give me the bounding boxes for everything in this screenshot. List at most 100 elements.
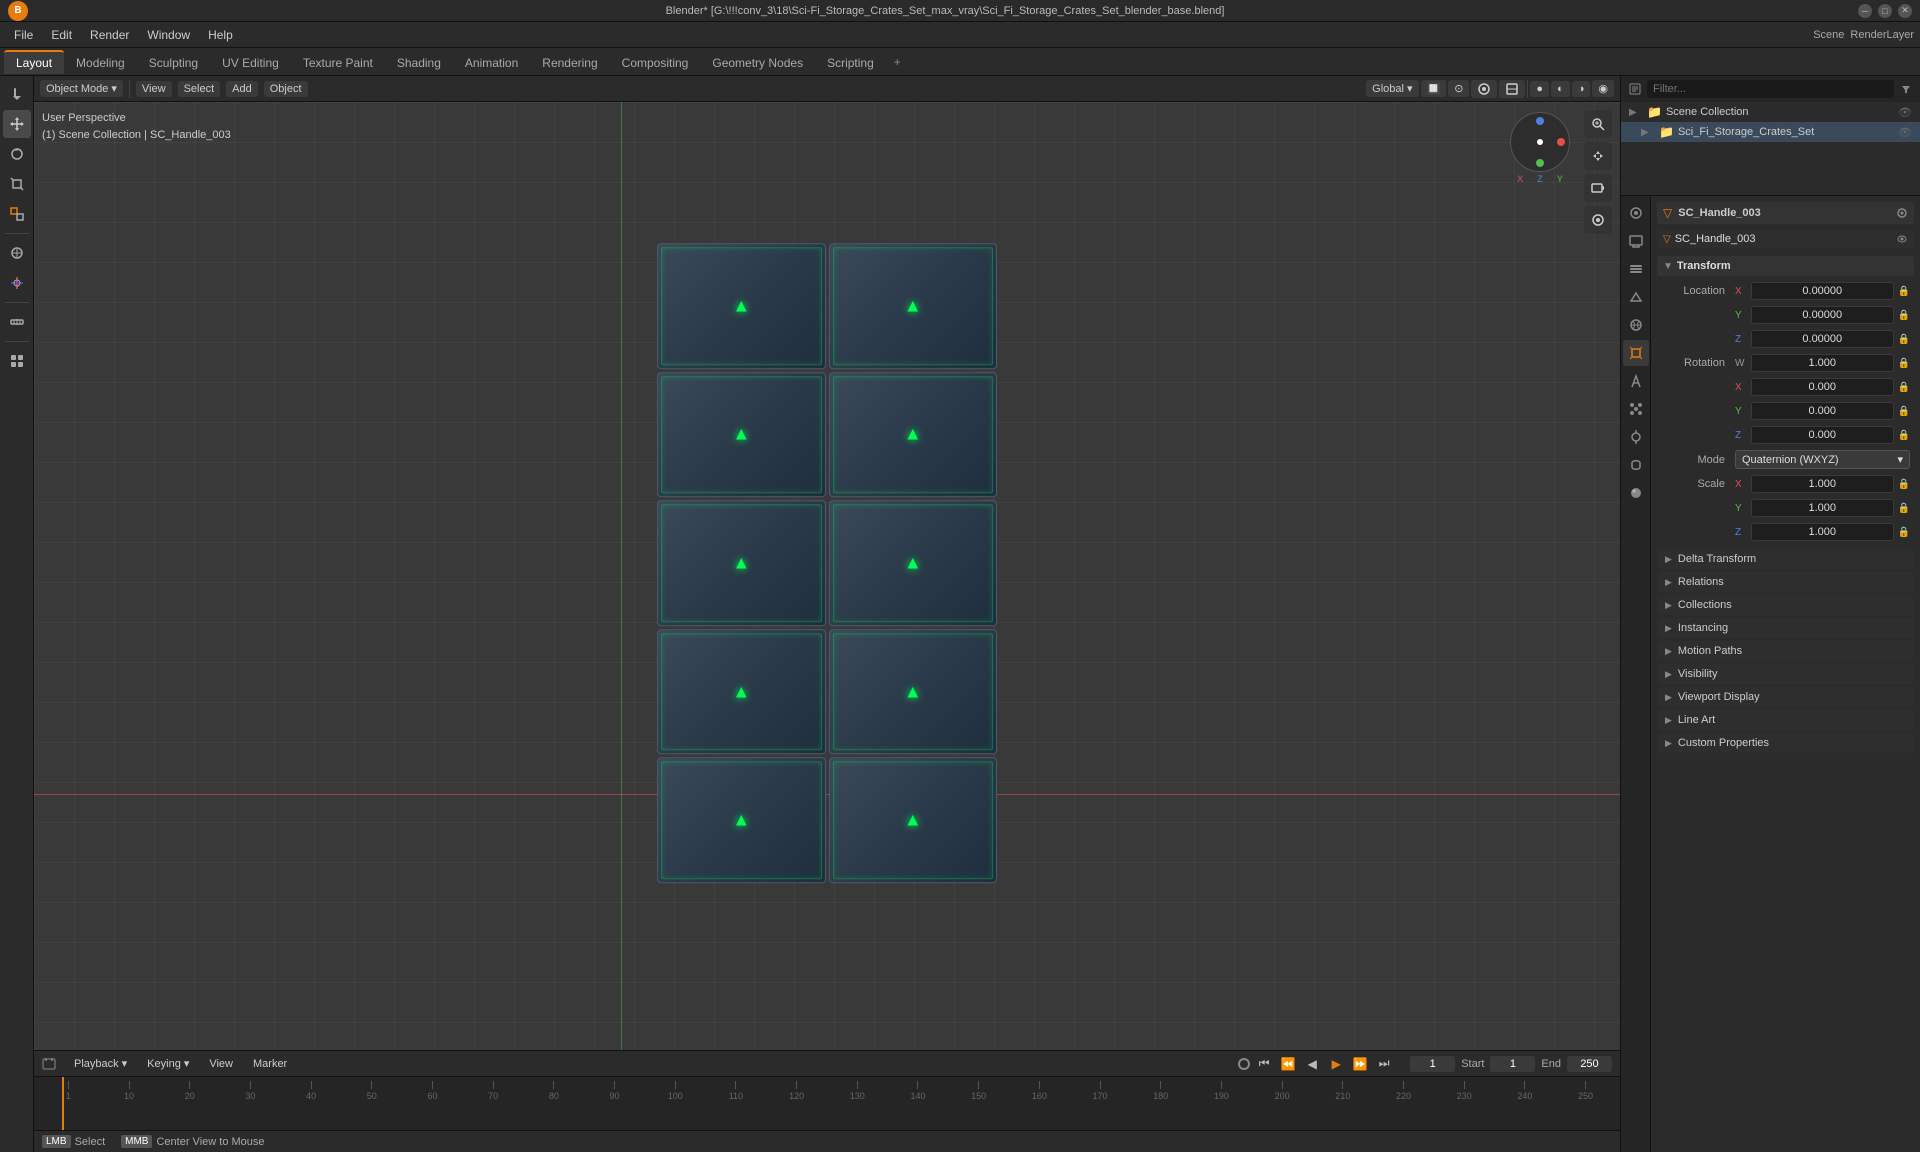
prop-tab-material[interactable] bbox=[1623, 480, 1649, 506]
rotation-y-lock[interactable]: 🔒 bbox=[1898, 406, 1910, 417]
minimize-button[interactable]: ─ bbox=[1858, 4, 1872, 18]
prop-tab-world[interactable] bbox=[1623, 312, 1649, 338]
step-forward-button[interactable]: ⏩ bbox=[1350, 1054, 1370, 1074]
section-header-motion-paths[interactable]: ▶ Motion Paths bbox=[1657, 641, 1914, 661]
visibility-icon-2[interactable]: 👁 bbox=[1898, 126, 1912, 139]
tab-add-button[interactable]: + bbox=[886, 51, 909, 73]
maximize-button[interactable]: □ bbox=[1878, 4, 1892, 18]
scale-y-lock[interactable]: 🔒 bbox=[1898, 503, 1910, 514]
viewport-shading-eevee[interactable]: ◉ bbox=[1592, 80, 1614, 97]
toolbar-extra-tool[interactable] bbox=[3, 347, 31, 375]
prop-tab-modifiers[interactable] bbox=[1623, 368, 1649, 394]
menu-help[interactable]: Help bbox=[200, 26, 241, 44]
prop-tab-output[interactable] bbox=[1623, 228, 1649, 254]
vp-pan-btn[interactable] bbox=[1584, 142, 1612, 170]
viewport-object-menu[interactable]: Object bbox=[264, 81, 308, 97]
tab-geometry-nodes[interactable]: Geometry Nodes bbox=[700, 50, 815, 74]
outliner-search-input[interactable] bbox=[1647, 80, 1894, 98]
rotation-z-lock[interactable]: 🔒 bbox=[1898, 430, 1910, 441]
prop-tab-render[interactable] bbox=[1623, 200, 1649, 226]
nav-gizmo[interactable]: X Z Y bbox=[1510, 112, 1570, 172]
toolbar-scale-tool[interactable] bbox=[3, 170, 31, 198]
section-header-collections[interactable]: ▶ Collections bbox=[1657, 595, 1914, 615]
viewport-overlay-icon[interactable] bbox=[1471, 80, 1497, 98]
play-button[interactable]: ▶ bbox=[1326, 1054, 1346, 1074]
viewport-global-dropdown[interactable]: Global ▾ bbox=[1366, 80, 1418, 97]
timeline-keying-menu[interactable]: Keying ▾ bbox=[141, 1055, 195, 1072]
scale-x-lock[interactable]: 🔒 bbox=[1898, 479, 1910, 490]
viewport-shading-material[interactable]: ◐ bbox=[1551, 81, 1570, 97]
rotation-w-lock[interactable]: 🔒 bbox=[1898, 358, 1910, 369]
tab-layout[interactable]: Layout bbox=[4, 50, 64, 74]
scale-y-field[interactable]: 1.000 bbox=[1751, 499, 1894, 517]
timeline-view-menu[interactable]: View bbox=[203, 1056, 239, 1072]
viewport-mode-dropdown[interactable]: Object Mode ▾ bbox=[40, 80, 123, 97]
step-back-button[interactable]: ⏪ bbox=[1278, 1054, 1298, 1074]
tab-texture-paint[interactable]: Texture Paint bbox=[291, 50, 385, 74]
tab-rendering[interactable]: Rendering bbox=[530, 50, 609, 74]
prop-tab-particles[interactable] bbox=[1623, 396, 1649, 422]
viewport-xray-btn[interactable] bbox=[1499, 80, 1525, 98]
sub-name-eye-icon[interactable] bbox=[1896, 233, 1908, 245]
rotation-z-field[interactable]: 0.000 bbox=[1751, 426, 1894, 444]
prop-tab-object[interactable] bbox=[1623, 340, 1649, 366]
menu-window[interactable]: Window bbox=[139, 26, 198, 44]
scale-x-field[interactable]: 1.000 bbox=[1751, 475, 1894, 493]
end-frame-field[interactable]: 250 bbox=[1567, 1056, 1612, 1072]
tab-animation[interactable]: Animation bbox=[453, 50, 530, 74]
jump-start-button[interactable]: ⏮ bbox=[1254, 1054, 1274, 1074]
rotation-mode-dropdown[interactable]: Quaternion (WXYZ) ▾ bbox=[1735, 450, 1910, 469]
toolbar-move-tool[interactable] bbox=[3, 110, 31, 138]
scale-z-field[interactable]: 1.000 bbox=[1751, 523, 1894, 541]
menu-edit[interactable]: Edit bbox=[43, 26, 80, 44]
prop-tab-physics[interactable] bbox=[1623, 424, 1649, 450]
tab-shading[interactable]: Shading bbox=[385, 50, 453, 74]
location-z-field[interactable]: 0.00000 bbox=[1751, 330, 1894, 348]
viewport-shading-rendered[interactable]: ◑ bbox=[1572, 81, 1591, 97]
rotation-w-field[interactable]: 1.000 bbox=[1751, 354, 1894, 372]
vp-render-btn[interactable] bbox=[1584, 206, 1612, 234]
object-name-settings-icon[interactable] bbox=[1896, 207, 1908, 219]
timeline-marker-menu[interactable]: Marker bbox=[247, 1056, 293, 1072]
menu-file[interactable]: File bbox=[6, 26, 41, 44]
close-button[interactable]: ✕ bbox=[1898, 4, 1912, 18]
tab-compositing[interactable]: Compositing bbox=[610, 50, 701, 74]
toolbar-measure-tool[interactable] bbox=[3, 308, 31, 336]
viewport-view-menu[interactable]: View bbox=[136, 81, 172, 97]
section-header-instancing[interactable]: ▶ Instancing bbox=[1657, 618, 1914, 638]
location-y-field[interactable]: 0.00000 bbox=[1751, 306, 1894, 324]
vp-camera-btn[interactable] bbox=[1584, 174, 1612, 202]
section-header-viewport-display[interactable]: ▶ Viewport Display bbox=[1657, 687, 1914, 707]
timeline-ruler[interactable]: 1102030405060708090100110120130140150160… bbox=[34, 1077, 1620, 1130]
toolbar-cursor-tool[interactable] bbox=[3, 269, 31, 297]
outliner-collection-item[interactable]: ▶ 📁 Sci_Fi_Storage_Crates_Set 👁 bbox=[1621, 122, 1920, 142]
tab-modeling[interactable]: Modeling bbox=[64, 50, 137, 74]
scale-z-lock[interactable]: 🔒 bbox=[1898, 527, 1910, 538]
toolbar-annotate-tool[interactable] bbox=[3, 239, 31, 267]
visibility-icon[interactable]: 👁 bbox=[1898, 106, 1912, 119]
location-x-lock[interactable]: 🔒 bbox=[1898, 286, 1910, 297]
tab-scripting[interactable]: Scripting bbox=[815, 50, 886, 74]
gizmo-circle[interactable] bbox=[1510, 112, 1570, 172]
viewport-canvas[interactable]: User Perspective (1) Scene Collection | … bbox=[34, 102, 1620, 1050]
section-header-relations[interactable]: ▶ Relations bbox=[1657, 572, 1914, 592]
timeline-playback-menu[interactable]: Playback ▾ bbox=[68, 1055, 133, 1072]
location-y-lock[interactable]: 🔒 bbox=[1898, 310, 1910, 321]
vp-zoom-in-btn[interactable] bbox=[1584, 110, 1612, 138]
transform-section-header[interactable]: ▼ Transform bbox=[1657, 256, 1914, 276]
rotation-y-field[interactable]: 0.000 bbox=[1751, 402, 1894, 420]
section-header-delta-transform[interactable]: ▶ Delta Transform bbox=[1657, 549, 1914, 569]
prop-tab-scene[interactable] bbox=[1623, 284, 1649, 310]
viewport-shading-solid[interactable]: ● bbox=[1530, 81, 1549, 97]
viewport-add-menu[interactable]: Add bbox=[226, 81, 258, 97]
section-header-line-art[interactable]: ▶ Line Art bbox=[1657, 710, 1914, 730]
location-x-field[interactable]: 0.00000 bbox=[1751, 282, 1894, 300]
toolbar-transform-tool[interactable] bbox=[3, 200, 31, 228]
outliner-filter-icon[interactable] bbox=[1900, 83, 1912, 95]
menu-render[interactable]: Render bbox=[82, 26, 137, 44]
play-reverse-button[interactable]: ◀ bbox=[1302, 1054, 1322, 1074]
section-header-visibility[interactable]: ▶ Visibility bbox=[1657, 664, 1914, 684]
section-header-custom-properties[interactable]: ▶ Custom Properties bbox=[1657, 733, 1914, 753]
location-z-lock[interactable]: 🔒 bbox=[1898, 334, 1910, 345]
outliner-scene-collection[interactable]: ▶ 📁 Scene Collection 👁 bbox=[1621, 102, 1920, 122]
